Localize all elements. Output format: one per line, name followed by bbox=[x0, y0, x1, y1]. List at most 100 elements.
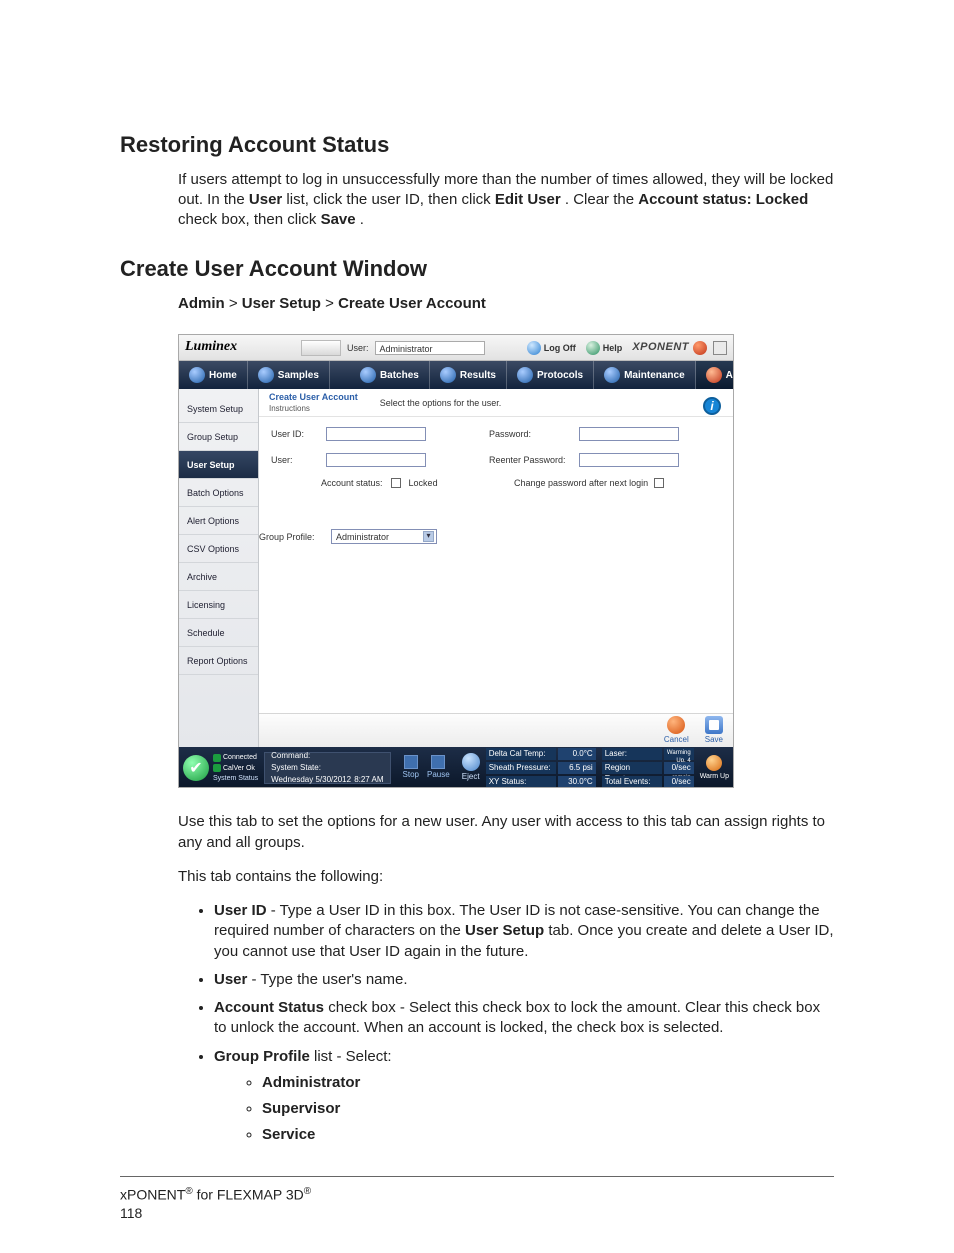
label-userid: User ID: bbox=[271, 428, 326, 440]
text: list, click the user ID, then click bbox=[286, 191, 494, 208]
tab-protocols-label: Protocols bbox=[537, 369, 583, 383]
bullet-list: User ID - Type a User ID in this box. Th… bbox=[196, 901, 834, 1146]
para-restoring: If users attempt to log in unsuccessfull… bbox=[178, 170, 834, 231]
value-total-ev: 0/sec bbox=[664, 776, 694, 788]
bc-create: Create User Account bbox=[338, 295, 486, 312]
sidebar-item-archive[interactable]: Archive bbox=[179, 563, 258, 591]
help-button[interactable]: Help bbox=[582, 341, 627, 355]
form-create-user: User ID: User: Password: Reenter Passwor… bbox=[259, 417, 733, 713]
maintenance-icon bbox=[604, 367, 620, 383]
led-calver bbox=[213, 764, 221, 772]
sidebar-item-schedule[interactable]: Schedule bbox=[179, 619, 258, 647]
xponent-logo-text: XPONENT bbox=[632, 340, 689, 355]
sub-item-service: Service bbox=[262, 1125, 834, 1145]
xponent-logo-icon bbox=[693, 341, 707, 355]
checkbox-locked[interactable] bbox=[391, 478, 401, 488]
sidebar-item-batch-options[interactable]: Batch Options bbox=[179, 479, 258, 507]
label-change-password: Change password after next login bbox=[514, 477, 648, 489]
label-system-state: System State: bbox=[271, 763, 321, 774]
pause-button[interactable]: Pause bbox=[427, 755, 450, 781]
value-xy: 30.0°C bbox=[558, 776, 596, 788]
tab-protocols[interactable]: Protocols bbox=[507, 361, 594, 389]
batches-icon bbox=[360, 367, 376, 383]
label-reenter: Reenter Password: bbox=[489, 454, 579, 466]
list-item: User ID - Type a User ID in this box. Th… bbox=[214, 901, 834, 962]
tab-results-label: Results bbox=[460, 369, 496, 383]
help-icon bbox=[586, 341, 600, 355]
li-user-t: - Type the user's name. bbox=[252, 971, 408, 988]
li-userid-b: User ID bbox=[214, 902, 267, 919]
label-xy: XY Status: bbox=[486, 776, 556, 788]
text: . Clear the bbox=[565, 191, 638, 208]
home-icon bbox=[189, 367, 205, 383]
li-grp-b: Group Profile bbox=[214, 1048, 310, 1065]
reg-mark: ® bbox=[304, 1186, 311, 1197]
label-laser: Laser: bbox=[602, 748, 662, 760]
label-password: Password: bbox=[489, 428, 579, 440]
cancel-icon bbox=[667, 716, 685, 734]
input-reenter-password[interactable] bbox=[579, 453, 679, 467]
stop-label: Stop bbox=[403, 770, 419, 781]
list-item: Account Status check box - Select this c… bbox=[214, 998, 834, 1039]
logoff-button[interactable]: Log Off bbox=[523, 341, 580, 355]
led-connected bbox=[213, 754, 221, 762]
li-grp-t: list - Select: bbox=[314, 1048, 392, 1065]
results-icon bbox=[440, 367, 456, 383]
sidebar-item-group-setup[interactable]: Group Setup bbox=[179, 423, 258, 451]
text-edit-user: Edit User bbox=[495, 191, 561, 208]
status-connected: Connected bbox=[223, 753, 257, 762]
para-contains: This tab contains the following: bbox=[178, 867, 834, 887]
cancel-button[interactable]: Cancel bbox=[664, 716, 689, 746]
eject-button[interactable]: Eject bbox=[462, 753, 480, 783]
sidebar-item-system-setup[interactable]: System Setup bbox=[179, 395, 258, 423]
stop-button[interactable]: Stop bbox=[403, 755, 419, 781]
panel-title: Create User Account bbox=[269, 391, 358, 403]
system-status-icon[interactable]: ✔ bbox=[183, 755, 209, 781]
footer-page-number: 118 bbox=[120, 1205, 142, 1221]
warmup-button[interactable]: Warm Up bbox=[700, 755, 729, 781]
input-userid[interactable] bbox=[326, 427, 426, 441]
sidebar-item-report-options[interactable]: Report Options bbox=[179, 647, 258, 675]
text: check box, then click bbox=[178, 211, 321, 228]
tab-admin[interactable]: Admin bbox=[696, 361, 734, 389]
main-tabstrip: Home Samples Batches Results Protocols M… bbox=[179, 361, 733, 389]
sidebar-item-alert-options[interactable]: Alert Options bbox=[179, 507, 258, 535]
cancel-label: Cancel bbox=[664, 735, 689, 746]
warmup-label: Warm Up bbox=[700, 772, 729, 781]
tab-maintenance-label: Maintenance bbox=[624, 369, 685, 383]
save-icon bbox=[705, 716, 723, 734]
sub-list: Administrator Supervisor Service bbox=[244, 1073, 834, 1146]
save-button[interactable]: Save bbox=[705, 716, 723, 746]
para-use: Use this tab to set the options for a ne… bbox=[178, 812, 834, 853]
input-user[interactable] bbox=[326, 453, 426, 467]
status-date: Wednesday 5/30/2012 bbox=[271, 775, 351, 786]
sidebar-item-user-setup[interactable]: User Setup bbox=[179, 451, 258, 479]
tab-admin-label: Admin bbox=[726, 369, 734, 383]
admin-side-nav: System Setup Group Setup User Setup Batc… bbox=[179, 389, 259, 747]
tab-maintenance[interactable]: Maintenance bbox=[594, 361, 696, 389]
sidebar-item-licensing[interactable]: Licensing bbox=[179, 591, 258, 619]
select-group-profile[interactable]: Administrator ▾ bbox=[331, 529, 437, 544]
bc-sep: > bbox=[229, 295, 242, 312]
stats-grid-2: Laser:Warming Up, 4 min remain Region Ev… bbox=[602, 748, 694, 788]
checkbox-change-password[interactable] bbox=[654, 478, 664, 488]
window-restore-button[interactable] bbox=[713, 341, 727, 355]
sub-service: Service bbox=[262, 1126, 315, 1143]
list-item: User - Type the user's name. bbox=[214, 970, 834, 990]
footer-product: xPONENT bbox=[120, 1186, 185, 1202]
label-delta-cal: Delta Cal Temp: bbox=[486, 748, 556, 760]
sub-item-admin: Administrator bbox=[262, 1073, 834, 1093]
input-password[interactable] bbox=[579, 427, 679, 441]
tab-home[interactable]: Home bbox=[179, 361, 248, 389]
sidebar-item-csv-options[interactable]: CSV Options bbox=[179, 535, 258, 563]
label-locked: Locked bbox=[409, 477, 438, 489]
status-system-label: System Status bbox=[213, 774, 258, 783]
user-label: User: bbox=[347, 342, 369, 354]
tab-batches[interactable]: Batches bbox=[350, 361, 430, 389]
eject-icon bbox=[462, 753, 480, 771]
value-laser: Warming Up, 4 min remain bbox=[664, 748, 694, 760]
toolbar-spacer bbox=[301, 340, 341, 356]
logoff-icon bbox=[527, 341, 541, 355]
tab-samples[interactable]: Samples bbox=[248, 361, 330, 389]
tab-results[interactable]: Results bbox=[430, 361, 507, 389]
